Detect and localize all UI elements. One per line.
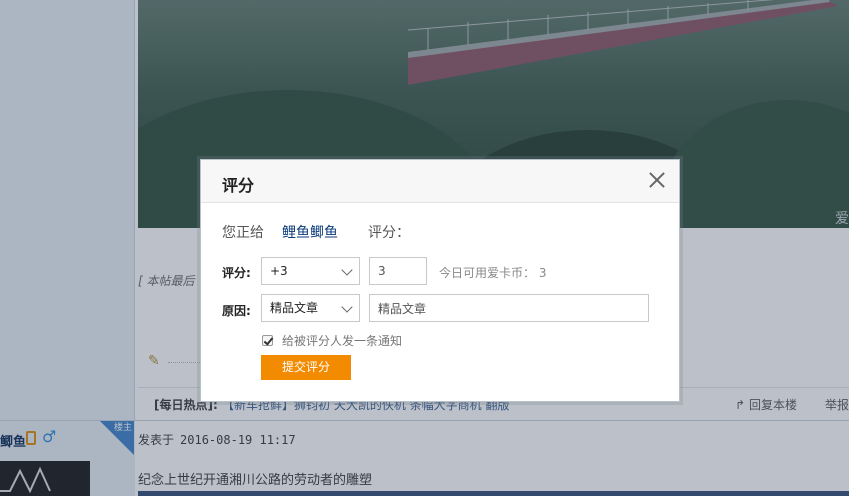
available-text: 今日可用爱卡币： (439, 266, 536, 280)
score-select-value: +3 (270, 264, 288, 278)
available-coins: 今日可用爱卡币： 3 (439, 264, 546, 281)
chevron-down-icon (341, 301, 353, 313)
score-label: 评分: (222, 266, 251, 280)
chevron-down-icon (341, 264, 353, 276)
reason-input[interactable] (369, 294, 649, 322)
submit-rating-button[interactable]: 提交评分 (261, 355, 351, 380)
close-icon[interactable] (647, 170, 667, 190)
notify-checkbox[interactable] (262, 335, 273, 346)
notify-label[interactable]: 给被评分人发一条通知 (282, 332, 402, 349)
score-prefix: 评分： (368, 225, 410, 241)
dialog-title: 评分 (222, 176, 255, 195)
give-prefix: 您正给 (222, 225, 264, 241)
target-user-link[interactable]: 鲤鱼鲫鱼 (282, 222, 338, 242)
score-select[interactable]: +3 (261, 257, 360, 285)
reason-select[interactable]: 精品文章 (261, 294, 360, 322)
rating-dialog: 评分 您正给 鲤鱼鲫鱼 评分： 评分: +3 今日可用爱卡币： 3 原因: 精品… (200, 159, 680, 402)
available-count: 3 (538, 266, 547, 280)
reason-select-value: 精品文章 (270, 301, 319, 315)
dialog-header: 评分 (201, 160, 679, 203)
score-input[interactable] (369, 257, 427, 285)
reason-label: 原因: (222, 304, 251, 318)
